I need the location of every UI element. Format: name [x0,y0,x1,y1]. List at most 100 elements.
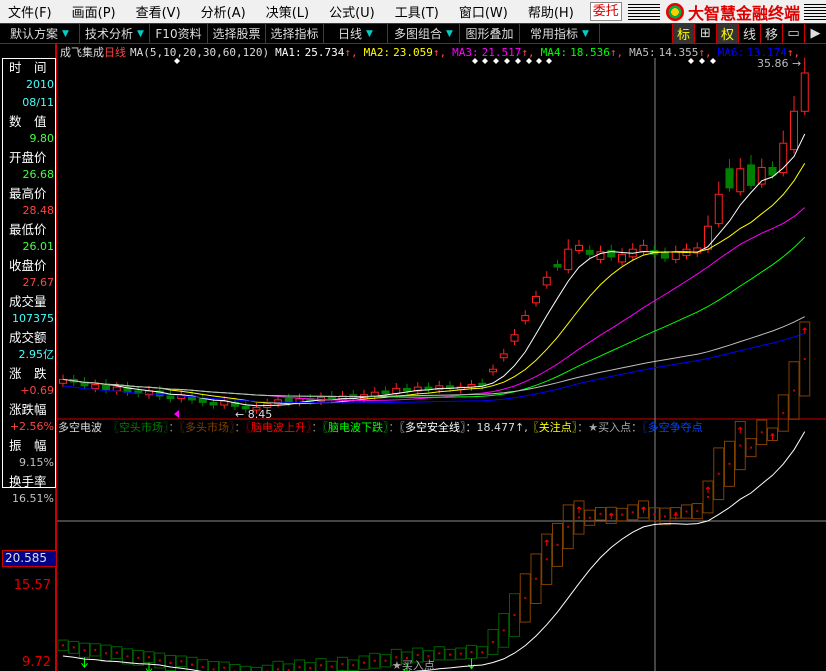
chart-area[interactable]: 35.8635.86 →← 8.45★买入点 [57,44,826,671]
indicator-legend-item: 〖多空争夺点 [642,421,703,434]
toolbar-button[interactable]: 常用指标 ▼ [520,24,600,43]
ma-label: MA1: [275,46,302,59]
toolbar-button[interactable]: 选择股票 [208,24,266,43]
info-label: 收盘价 [9,258,47,273]
dropdown-arrow-icon: ▼ [582,28,589,39]
info-label: 最低价 [9,222,47,237]
candle [790,110,798,151]
candle [757,166,766,185]
toolbar-button[interactable]: 图形叠加 [460,24,520,43]
ma-params: MA(5,10,20,30,60,120) [130,46,270,59]
info-label: 成交量 [9,294,47,309]
dropdown-arrow-icon: ▼ [62,28,69,39]
indicator-dot [535,577,537,580]
indicator-dot [653,513,656,516]
candle [618,253,626,263]
indicator-dot [148,656,150,659]
toolbar-icon-button[interactable]: 标 [672,24,694,43]
indicator-box [229,663,241,671]
indicator-dot [158,659,161,662]
ma-value: 18.536 [570,46,610,59]
up-arrow-icon [576,506,582,513]
indicator-dot [750,446,752,449]
indicator-dot [363,661,365,664]
indicator-dot [524,596,527,599]
indicator-box [304,662,316,671]
menu-item[interactable]: 公式(U) [321,2,383,21]
menu-item[interactable]: 工具(T) [387,2,447,21]
indicator-dot [664,515,666,518]
candle [403,387,411,392]
ma-line-3 [62,207,806,402]
toolbar-icon-button[interactable]: ▶ [804,24,826,43]
indicator-dot [341,662,344,665]
ma-label: MA2: [363,46,391,59]
toolbar-label: 图形叠加 [465,27,514,41]
toolbar-button[interactable]: 技术分析 ▼ [80,24,150,43]
indicator-dot [578,516,580,519]
ma-label: MA5: [629,46,656,59]
menu-item[interactable]: 文件(F) [0,2,60,21]
info-value: 2010 [26,78,54,91]
toolbar-icon-button[interactable]: 权 [716,24,738,43]
indicator-dot [621,513,623,516]
up-arrow-icon [608,512,614,520]
up-arrow-icon: ↑, [609,46,624,59]
info-value: 08/11 [22,96,54,109]
indicator-dot [513,614,516,617]
toolbar-icon-button[interactable]: ⊞ [694,24,716,43]
toolbar-button[interactable]: 默认方案 ▼ [0,24,80,43]
ma-label: MA3: [452,46,479,59]
indicator-dot [707,495,709,498]
indicator-dot [169,662,172,665]
menu-item[interactable]: 窗口(W) [451,2,516,21]
info-value: 9.80 [29,132,55,145]
candle [671,251,680,260]
ma-value: 21.517 [481,46,522,59]
info-value: 2.95亿 [18,348,55,361]
indicator-dot [191,663,193,666]
toolbar-label: 默认方案 [10,27,59,41]
indicator-dot [567,525,570,528]
indicator-box [261,664,273,671]
menu-item[interactable]: 查看(V) [128,2,189,21]
candle [736,168,745,193]
menu-item[interactable]: 分析(A) [193,2,254,21]
toolbar-button[interactable]: 选择指标 [266,24,324,43]
brand-logo: 大智慧金融终端 [665,0,804,24]
data-window: 时 间 2010 08/11 数 值 9.80 开盘价 26.68 最高价 28.48 最低价 26… [2,58,56,505]
menu-bar: 文件(F) 画面(P) 查看(V) 分析(A) 决策(L) 公式(U) 工具(T) 窗口(W)… [0,0,826,24]
ma-label: MA4: [540,46,568,59]
stock-name: 成飞集成 [60,46,104,59]
toolbar-label: 技术分析 [85,27,134,41]
toolbar-button[interactable]: 多图组合 ▼ [388,24,460,43]
toolbar-icon-button[interactable]: 移 [760,24,782,43]
indicator-box [294,659,305,671]
toolbar-icon-button[interactable]: 线 [738,24,760,43]
toolbar-icon-button[interactable]: ▭ [782,24,804,43]
ma-line-4 [62,236,806,398]
trade-button[interactable]: 委托 [589,2,622,21]
menu-item[interactable]: 帮助(H) [520,2,582,21]
up-arrow-icon: ↑, [786,46,801,59]
indicator-legend-item: 〖多头市场〗 [179,421,235,434]
candle [370,391,379,397]
indicator-dot [395,656,398,659]
indicator-legend-item: ：★买入点： [577,421,643,434]
ma-value: 23.059 [393,46,433,59]
indicator-dot [438,652,441,655]
info-label: 成交额 [9,330,47,345]
up-arrow-icon [802,327,808,334]
candle [639,244,648,253]
info-label: 时 间 [9,60,47,75]
toolbar-button[interactable]: 日线 ▼ [324,24,388,43]
indicator-dot [545,558,548,561]
indicator-dot [449,653,451,656]
candle [112,386,121,392]
indicator-dot [223,666,226,669]
menu-item[interactable]: 决策(L) [258,2,317,21]
menu-item[interactable]: 画面(P) [64,2,124,21]
indicator-name: 多空电波 [58,421,102,434]
toolbar-button[interactable]: F10资料 [150,24,208,43]
axis-highlight-value: 20.585 [2,550,57,567]
